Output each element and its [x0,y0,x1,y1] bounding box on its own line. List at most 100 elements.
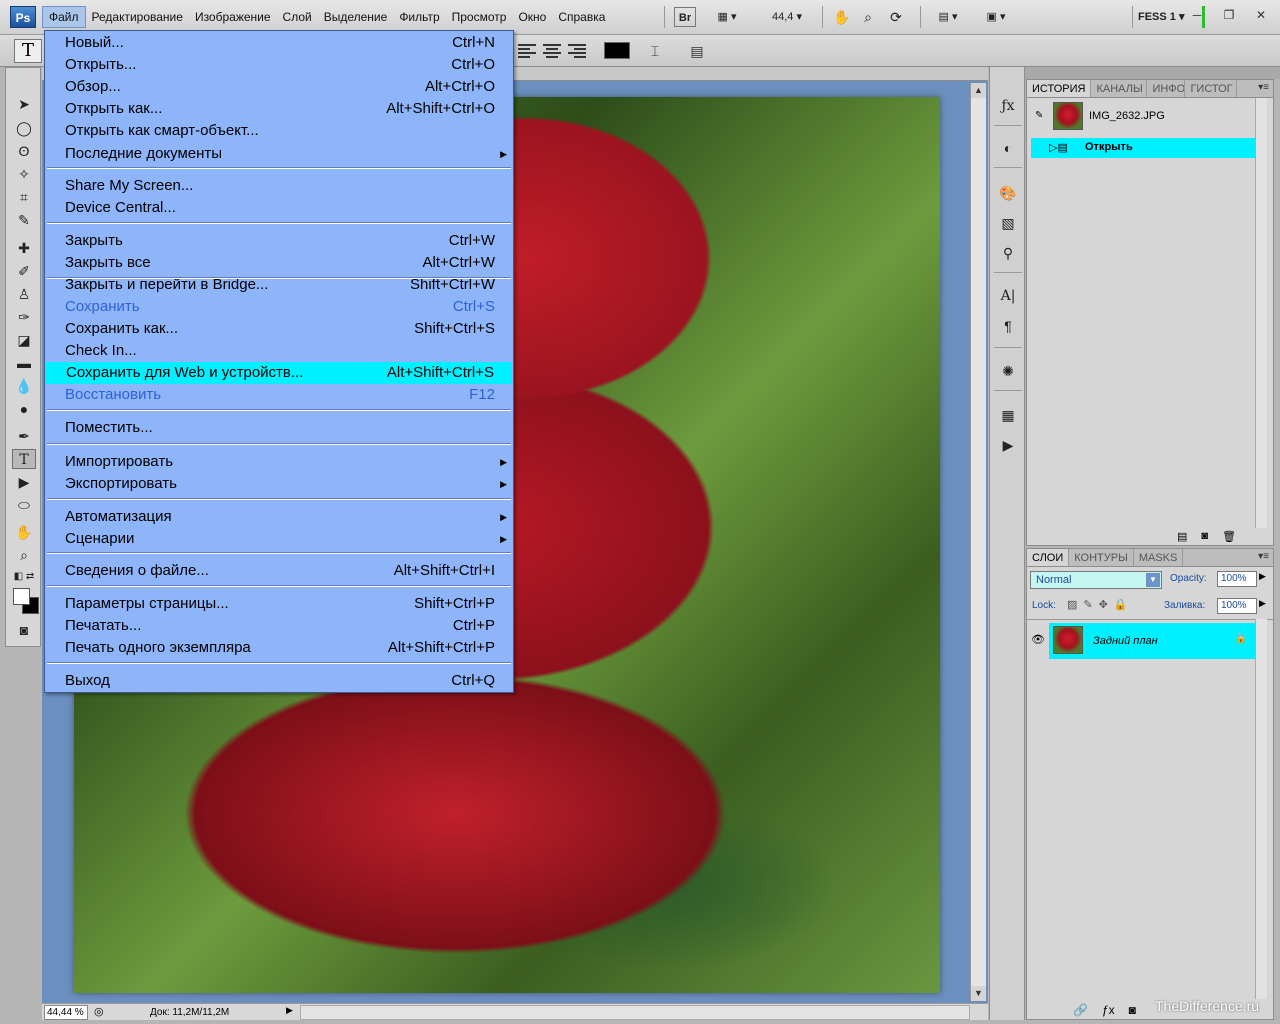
zoom-dropdown[interactable]: 44,4 ▾ [762,7,812,27]
file-menu-item[interactable]: Печатать... Ctrl+P [45,615,513,637]
close-icon[interactable]: ✕ [1248,6,1274,24]
file-menu-item[interactable]: Share My Screen... [45,175,513,197]
tab-paths[interactable]: КОНТУРЫ [1069,549,1134,566]
file-menu-item[interactable]: Импортировать ▶ [45,451,513,473]
panel-menu-icon[interactable]: ▾≡ [1258,82,1269,93]
color-swatches[interactable] [13,588,39,614]
swatches-icon[interactable]: 🎨 [996,182,1020,204]
magic-wand-icon[interactable]: ✧ [12,164,36,184]
opacity-slider-arrow-icon[interactable]: ▶ [1259,571,1266,582]
horizontal-scrollbar[interactable] [300,1005,970,1020]
swap-colors-icon[interactable]: ◧ ⇄ [12,567,36,587]
lock-all-icon[interactable]: 🔒 [1114,598,1128,611]
animation-icon[interactable]: ▶ [996,434,1020,456]
character-icon[interactable]: A| [996,285,1020,307]
actions-icon[interactable]: ƒx [996,95,1020,117]
status-menu-arrow-icon[interactable]: ▶ [286,1005,293,1016]
type-tool-icon[interactable]: T [12,449,36,469]
hand-tool-icon[interactable]: ✋ [12,522,36,542]
history-state-open[interactable]: ▷▤ Открыть [1031,138,1259,158]
file-menu-item[interactable]: Сценарии ▶ [45,528,513,550]
workspace-switcher[interactable]: FESS 1 ▾ [1138,6,1184,28]
opacity-field[interactable]: 100% [1217,571,1257,587]
tab-masks[interactable]: MASKS [1134,549,1184,566]
navigator-icon[interactable]: ⚲ [996,242,1020,264]
file-menu-item[interactable]: Восстановить F12 [45,384,513,406]
lasso-tool-icon[interactable]: ʘ [12,141,36,161]
file-menu-item[interactable]: Новый... Ctrl+N [45,32,513,54]
eraser-icon[interactable]: ◪ [12,330,36,350]
zoom-tool-icon[interactable]: ⌕ [12,545,36,565]
eyedropper-icon[interactable]: ✎ [12,210,36,230]
rotate-view-icon[interactable]: ⟳ [886,7,906,27]
character-panel-icon[interactable]: ▤ [688,42,706,60]
scroll-up-icon[interactable]: ▲ [971,83,986,98]
eye-icon[interactable]: 👁 [1031,633,1045,646]
clone-source-icon[interactable]: ▦ [996,404,1020,426]
file-menu-item[interactable]: Обзор... Alt+Ctrl+O [45,76,513,98]
trash-icon[interactable]: 🗑 [1222,530,1236,543]
foreground-color[interactable] [13,588,30,605]
new-snapshot-icon[interactable]: ◙ [1201,530,1208,543]
text-color-swatch[interactable] [604,42,630,59]
pen-tool-icon[interactable]: ✒ [12,426,36,446]
tab-history[interactable]: ИСТОРИЯ [1027,80,1092,97]
crop-tool-icon[interactable]: ⌗ [12,187,36,207]
menu-filter[interactable]: Фильтр [393,6,445,28]
menu-file[interactable]: Файл [42,6,86,28]
link-layers-icon[interactable]: 🔗 [1073,1003,1088,1017]
history-scrollbar[interactable] [1255,98,1267,528]
file-menu-item[interactable]: Device Central... [45,197,513,219]
layer-background[interactable]: Задний план 🔒 [1049,623,1259,659]
chevron-down-icon[interactable]: ▼ [1146,573,1160,587]
layers-scrollbar[interactable] [1255,619,1267,999]
layer-style-icon[interactable]: ƒx [1102,1003,1115,1017]
menu-edit[interactable]: Редактирование [86,6,189,28]
file-menu-item[interactable]: Параметры страницы... Shift+Ctrl+P [45,593,513,615]
file-menu-item[interactable]: Сохранить Ctrl+S [45,296,513,318]
styles-icon[interactable]: ▧ [996,212,1020,234]
panel-menu-icon[interactable]: ▾≡ [1258,551,1269,562]
menu-layer[interactable]: Слой [277,6,318,28]
file-menu-item[interactable]: Сохранить как... Shift+Ctrl+S [45,318,513,340]
file-menu-item[interactable]: Последние документы ▶ [45,143,513,165]
file-menu-item[interactable]: Выход Ctrl+Q [45,670,513,692]
view-extras-dropdown[interactable]: ▦ ▾ [708,7,746,27]
menu-help[interactable]: Справка [552,6,611,28]
quick-mask-icon[interactable]: ◙ [12,620,36,640]
gradient-tool-icon[interactable]: ▬ [12,353,36,373]
align-left-icon[interactable] [518,42,536,58]
align-right-icon[interactable] [568,42,586,58]
file-menu-item[interactable]: Закрыть Ctrl+W [45,230,513,252]
file-menu-item[interactable]: Открыть как смарт-объект... [45,120,513,142]
history-brush-icon[interactable]: ✑ [12,307,36,327]
file-menu-item[interactable]: Закрыть все Alt+Ctrl+W [45,252,513,274]
tab-layers[interactable]: СЛОИ [1027,549,1070,566]
clone-stamp-icon[interactable]: ♙ [12,284,36,304]
menu-window[interactable]: Окно [512,6,552,28]
shape-tool-icon[interactable]: ⬭ [12,495,36,515]
history-brush-source-icon[interactable]: ✎ [1035,110,1043,121]
file-menu-item[interactable]: Сведения о файле... Alt+Shift+Ctrl+I [45,560,513,582]
menu-select[interactable]: Выделение [318,6,394,28]
hand-icon[interactable]: ✋ [832,7,852,27]
fill-field[interactable]: 100% [1217,598,1257,614]
healing-brush-icon[interactable]: ✚ [12,238,36,258]
zoom-tool-icon[interactable]: ⌕ [858,7,878,27]
warp-text-icon[interactable]: ⌶ [646,42,664,60]
tab-channels[interactable]: КАНАЛЫ [1091,80,1148,97]
dodge-tool-icon[interactable]: ● [12,399,36,419]
screen-mode-dropdown[interactable]: ▣ ▾ [978,7,1014,27]
tab-histogram[interactable]: ГИСТОГ [1185,80,1238,97]
align-center-icon[interactable] [543,42,561,58]
vertical-scrollbar[interactable]: ▲ ▼ [970,83,986,1001]
brushes-icon[interactable]: ✺ [996,360,1020,382]
marquee-tool-icon[interactable]: ◯ [12,118,36,138]
file-menu-item[interactable]: Сохранить для Web и устройств... Alt+Shif… [46,362,512,384]
tab-info[interactable]: ИНФО [1147,80,1186,97]
history-snapshot[interactable]: ✎ IMG_2632.JPG [1031,102,1259,132]
brush-tool-icon[interactable]: ✐ [12,261,36,281]
lock-pixels-icon[interactable]: ✎ [1083,598,1092,611]
file-menu-item[interactable]: Экспортировать ▶ [45,473,513,495]
file-menu-item[interactable]: Открыть как... Alt+Shift+Ctrl+O [45,98,513,120]
